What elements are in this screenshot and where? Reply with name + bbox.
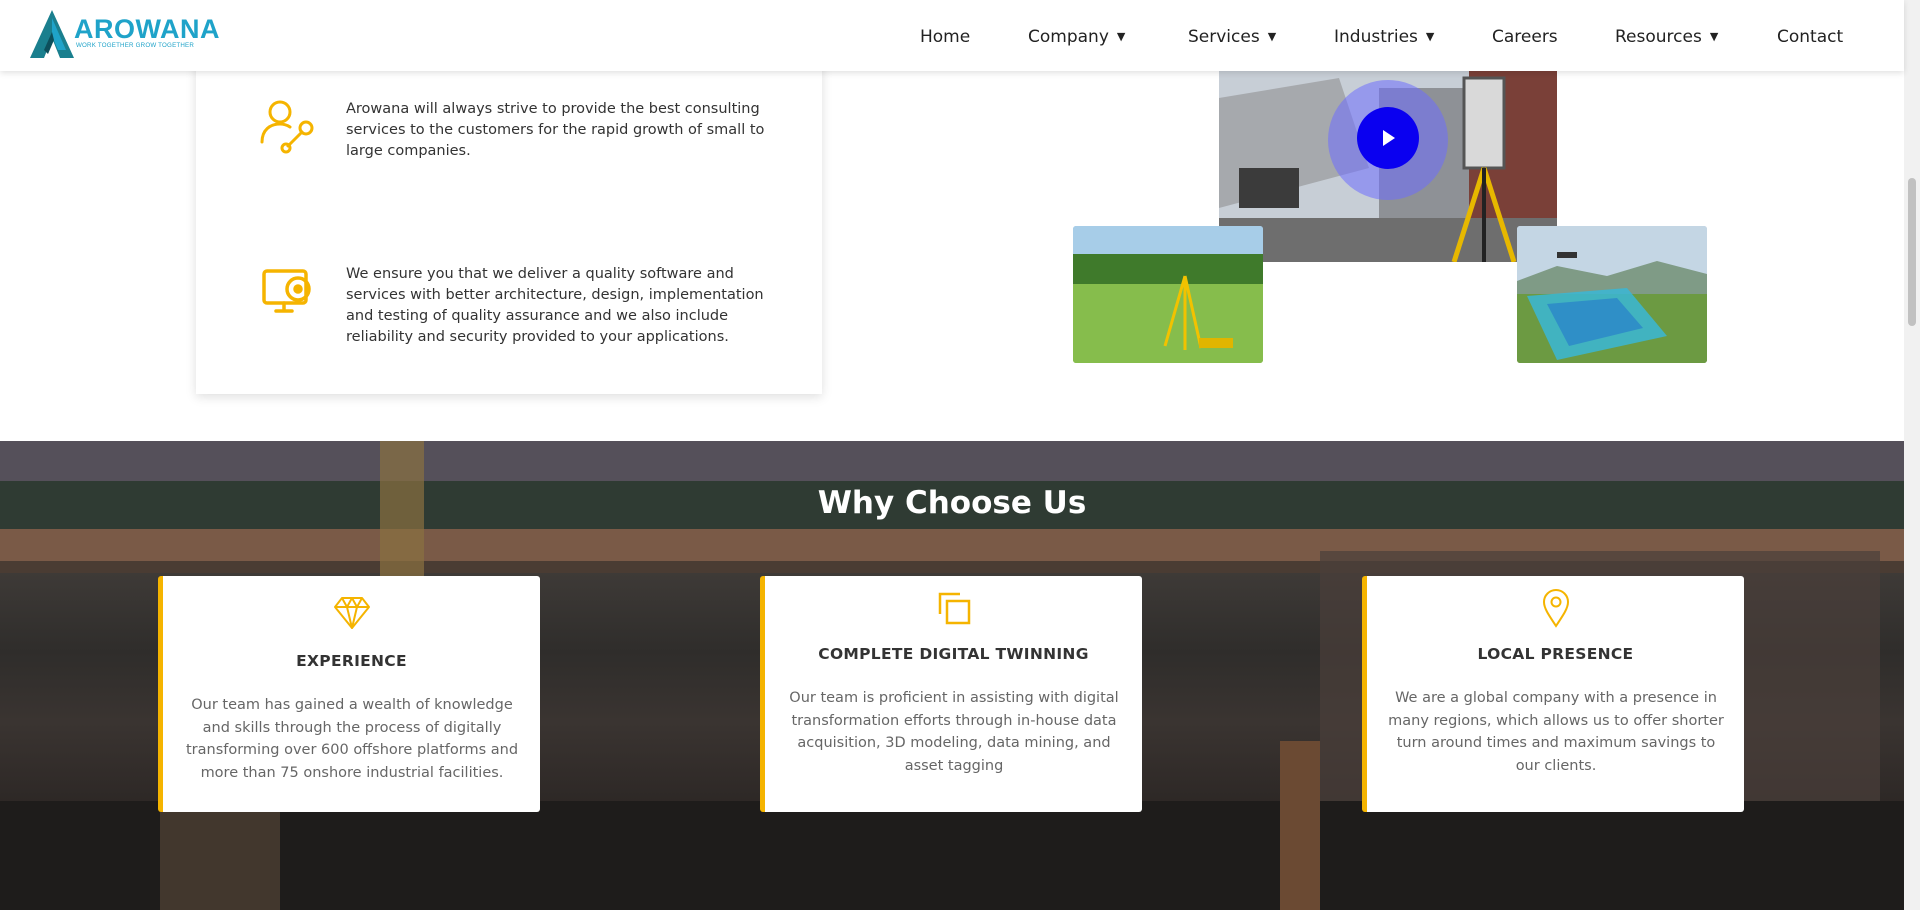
nav-company-label: Company <box>1028 27 1109 47</box>
nav-company[interactable]: Company ▼ <box>1028 27 1125 47</box>
caret-down-icon: ▼ <box>1267 30 1277 43</box>
drone-mapping-image <box>1517 226 1707 363</box>
video-play-button[interactable] <box>1357 107 1419 169</box>
nav-industries-label: Industries <box>1334 27 1418 47</box>
feature-title: LOCAL PRESENCE <box>1477 645 1634 663</box>
service-text-consulting: Arowana will always strive to provide th… <box>346 101 765 159</box>
logo-tagline: WORK TOGETHER GROW TOGETHER <box>76 42 195 49</box>
nav-home-label: Home <box>920 27 971 47</box>
nav-industries[interactable]: Industries ▼ <box>1334 27 1434 47</box>
tripod-field-image <box>1073 226 1263 363</box>
feature-description: Our team is proficient in assisting with… <box>789 690 1119 774</box>
nav-careers[interactable]: Careers <box>1492 27 1558 47</box>
feature-description: Our team has gained a wealth of knowledg… <box>185 697 519 781</box>
scrollbar-thumb[interactable] <box>1908 178 1916 326</box>
nav-services[interactable]: Services ▼ <box>1188 27 1276 47</box>
why-choose-us-section: Why Choose Us EXPERIENCE Our team has ga… <box>0 441 1904 910</box>
logo-mark-icon <box>30 10 74 58</box>
nav-home[interactable]: Home <box>920 27 970 47</box>
services-card: Arowana will always strive to provide th… <box>196 58 822 394</box>
logo-text: AROWANA <box>74 14 220 44</box>
nav-services-label: Services <box>1188 27 1260 47</box>
feature-title: COMPLETE DIGITAL TWINNING <box>818 645 1089 663</box>
page-scrollbar[interactable] <box>1904 0 1920 910</box>
why-choose-us-title: Why Choose Us <box>817 485 1087 521</box>
nav-resources[interactable]: Resources ▼ <box>1615 27 1718 47</box>
nav-contact-label: Contact <box>1777 27 1844 47</box>
top-navbar: AROWANA WORK TOGETHER GROW TOGETHER Home… <box>0 0 1904 71</box>
copy-squares-icon <box>934 588 974 628</box>
arowana-logo[interactable]: AROWANA WORK TOGETHER GROW TOGETHER <box>30 10 220 60</box>
feature-description: We are a global company with a presence … <box>1388 690 1724 774</box>
feature-card-digital-twinning: COMPLETE DIGITAL TWINNING Our team is pr… <box>760 576 1142 812</box>
caret-down-icon: ▼ <box>1709 30 1719 43</box>
service-text-quality: We ensure you that we deliver a quality … <box>346 266 764 345</box>
user-wrench-icon <box>258 96 318 156</box>
feature-card-local-presence: LOCAL PRESENCE We are a global company w… <box>1362 576 1744 812</box>
diamond-icon <box>332 592 372 632</box>
caret-down-icon: ▼ <box>1116 30 1126 43</box>
nav-contact[interactable]: Contact <box>1777 27 1843 47</box>
feature-title: EXPERIENCE <box>296 652 407 670</box>
map-pin-icon <box>1536 588 1576 628</box>
caret-down-icon: ▼ <box>1425 30 1435 43</box>
nav-careers-label: Careers <box>1492 27 1558 47</box>
nav-resources-label: Resources <box>1615 27 1702 47</box>
monitor-gear-icon <box>258 263 318 323</box>
feature-card-experience: EXPERIENCE Our team has gained a wealth … <box>158 576 540 812</box>
